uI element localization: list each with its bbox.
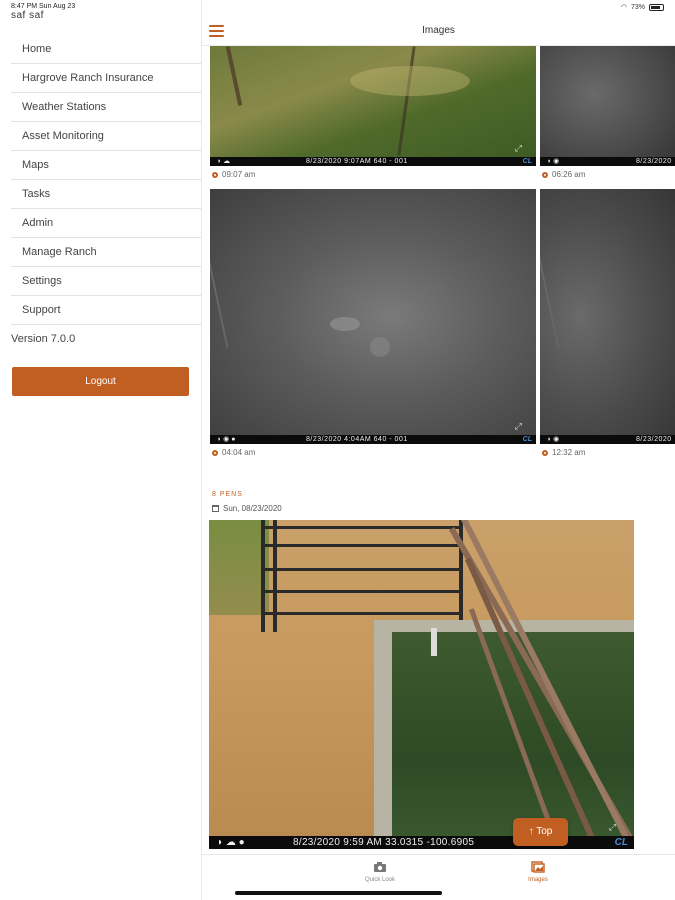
moon-phase-icon: ◗ ◉ ●	[217, 436, 236, 443]
status-time: 8:47 PM Sun Aug 23	[11, 3, 76, 10]
sidebar-menu: Home Hargrove Ranch Insurance Weather St…	[11, 35, 201, 325]
sidebar-item-home[interactable]: Home	[11, 35, 201, 64]
tab-images[interactable]: Images	[508, 861, 568, 883]
main-content: ◠ 73% Images ⤢ ◗ ☁ 8/23/2020 9:07AM 640 …	[202, 0, 675, 900]
section-date-text: Sun, 08/23/2020	[223, 504, 282, 513]
camera-name: 8 PENS	[212, 491, 243, 498]
sidebar-item-maps[interactable]: Maps	[11, 151, 201, 180]
top-bar: Images	[202, 16, 675, 46]
image-info-strip: ◗ ☁ ● 8/23/2020 9:59 AM 33.0315 -100.690…	[209, 836, 634, 849]
clock-icon	[212, 449, 218, 456]
sidebar-item-insurance[interactable]: Hargrove Ranch Insurance	[11, 64, 201, 93]
image-stamp: 8/23/2020 9:07AM 640 - 001	[306, 158, 408, 165]
camera-icon	[374, 862, 386, 872]
logout-button[interactable]: Logout	[12, 367, 189, 396]
tab-label: Quick Look	[364, 877, 395, 883]
clock-icon	[542, 449, 548, 456]
sidebar-item-weather-stations[interactable]: Weather Stations	[11, 93, 201, 122]
image-info-strip: ◗ ◉ 8/23/2020	[540, 157, 675, 166]
clock-icon	[212, 171, 218, 178]
image-time: 09:07 am	[222, 170, 256, 179]
image-time: 06:26 am	[552, 170, 586, 179]
image-caption: 06:26 am	[542, 170, 585, 179]
sidebar: 8:47 PM Sun Aug 23 saf saf Home Hargrove…	[0, 0, 201, 900]
sidebar-item-settings[interactable]: Settings	[11, 267, 201, 296]
camera-brand-logo: CL	[614, 837, 628, 848]
image-caption: 09:07 am	[212, 170, 255, 179]
trail-camera-image[interactable]: ⤢ ◗ ☁ 8/23/2020 9:07AM 640 - 001 CL	[210, 46, 536, 166]
image-time: 12:32 am	[552, 448, 586, 457]
wifi-icon: ◠	[620, 4, 627, 11]
expand-icon[interactable]: ⤢	[515, 143, 522, 154]
image-caption: 12:32 am	[542, 448, 585, 457]
tab-quick-look[interactable]: Quick Look	[350, 861, 410, 883]
moon-phase-icon: ◗ ☁ ●	[217, 837, 245, 848]
trail-camera-image[interactable]: ◗ ◉ 8/23/2020	[540, 46, 675, 166]
status-indicators: ◠ 73%	[621, 3, 664, 11]
moon-phase-icon: ◗ ◉	[547, 158, 560, 165]
image-time: 04:04 am	[222, 448, 256, 457]
user-name: saf saf	[11, 10, 44, 21]
image-stamp: 8/23/2020	[636, 436, 672, 443]
clock-icon	[542, 171, 548, 178]
expand-icon[interactable]: ⤢	[609, 822, 616, 833]
trail-camera-image[interactable]: ⤢ ◗ ◉ ● 8/23/2020 4:04AM 640 - 001 CL	[210, 189, 536, 444]
image-stamp: 8/23/2020	[636, 158, 672, 165]
image-info-strip: ◗ ☁ 8/23/2020 9:07AM 640 - 001 CL	[210, 157, 536, 166]
home-indicator	[235, 891, 442, 895]
image-info-strip: ◗ ◉ 8/23/2020	[540, 435, 675, 444]
battery-percent: 73%	[630, 3, 645, 11]
sidebar-item-tasks[interactable]: Tasks	[11, 180, 201, 209]
sidebar-item-manage-ranch[interactable]: Manage Ranch	[11, 238, 201, 267]
section-date: Sun, 08/23/2020	[212, 504, 282, 513]
trail-camera-image[interactable]: ◗ ◉ 8/23/2020	[540, 189, 675, 444]
moon-phase-icon: ◗ ☁	[217, 158, 231, 165]
scroll-to-top-button[interactable]: ↑ Top	[513, 818, 568, 846]
sidebar-item-support[interactable]: Support	[11, 296, 201, 325]
calendar-icon	[212, 505, 219, 512]
image-stamp: 8/23/2020 4:04AM 640 - 001	[306, 436, 408, 443]
trail-camera-image-large[interactable]: ⤢ ◗ ☁ ● 8/23/2020 9:59 AM 33.0315 -100.6…	[209, 520, 634, 849]
battery-icon	[649, 3, 664, 11]
image-info-strip: ◗ ◉ ● 8/23/2020 4:04AM 640 - 001 CL	[210, 435, 536, 444]
images-icon	[531, 861, 545, 873]
tab-label: Images	[528, 877, 548, 883]
sidebar-item-admin[interactable]: Admin	[11, 209, 201, 238]
app-version: Version 7.0.0	[11, 333, 76, 345]
sidebar-item-asset-monitoring[interactable]: Asset Monitoring	[11, 122, 201, 151]
camera-brand-logo: CL	[522, 436, 532, 443]
expand-icon[interactable]: ⤢	[515, 421, 522, 432]
image-caption: 04:04 am	[212, 448, 255, 457]
page-title: Images	[422, 25, 455, 36]
camera-brand-logo: CL	[522, 158, 532, 165]
moon-phase-icon: ◗ ◉	[547, 436, 560, 443]
image-stamp: 8/23/2020 9:59 AM 33.0315 -100.6905	[293, 837, 475, 848]
